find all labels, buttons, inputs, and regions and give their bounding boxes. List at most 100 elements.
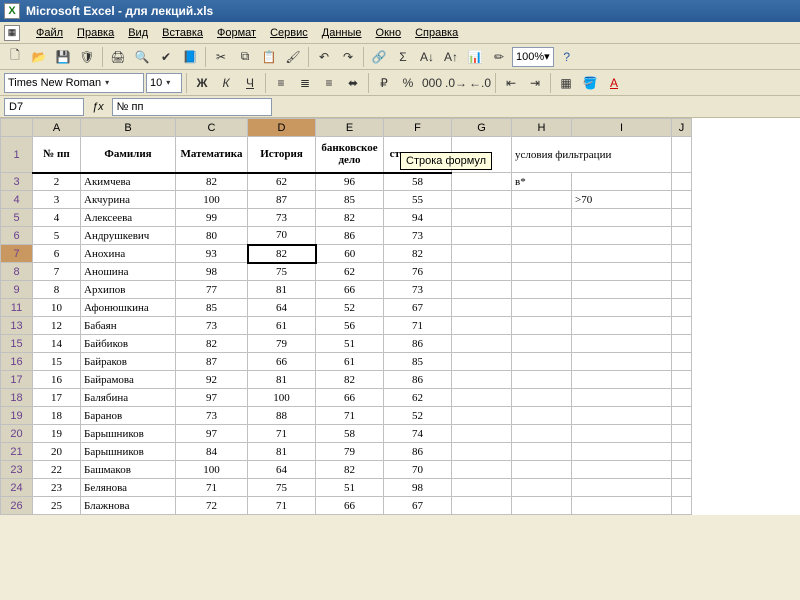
cell-c8[interactable]: 98 — [176, 263, 248, 281]
cell-a4[interactable]: 3 — [33, 191, 81, 209]
menu-tools[interactable]: Сервис — [264, 25, 314, 41]
save-button[interactable]: 💾 — [52, 46, 74, 68]
cell-a1[interactable]: № пп — [33, 137, 81, 173]
cell-c15[interactable]: 82 — [176, 335, 248, 353]
cell-b8[interactable]: Аношина — [81, 263, 176, 281]
menu-format[interactable]: Формат — [211, 25, 262, 41]
cell-d3[interactable]: 62 — [248, 173, 316, 191]
chart-button[interactable]: 📊 — [464, 46, 486, 68]
cell-a9[interactable]: 8 — [33, 281, 81, 299]
decrease-indent-button[interactable]: ⇤ — [500, 72, 522, 94]
cell-e1[interactable]: банковское дело — [316, 137, 384, 173]
align-right-button[interactable]: ≡ — [318, 72, 340, 94]
workbook-icon[interactable]: ▦ — [4, 25, 20, 41]
cell-f11[interactable]: 67 — [384, 299, 452, 317]
cell-f16[interactable]: 85 — [384, 353, 452, 371]
cell-c3[interactable]: 82 — [176, 173, 248, 191]
cell-c21[interactable]: 84 — [176, 443, 248, 461]
row-header-19[interactable]: 19 — [1, 407, 33, 425]
cell-a20[interactable]: 19 — [33, 425, 81, 443]
cell-a6[interactable]: 5 — [33, 227, 81, 245]
cell-e23[interactable]: 82 — [316, 461, 384, 479]
cell-i3[interactable] — [572, 173, 672, 191]
cell-c4[interactable]: 100 — [176, 191, 248, 209]
fx-icon[interactable]: ƒx — [92, 101, 104, 113]
cell-a3[interactable]: 2 — [33, 173, 81, 191]
cell-c20[interactable]: 97 — [176, 425, 248, 443]
open-button[interactable]: 📂 — [28, 46, 50, 68]
worksheet[interactable]: A B C D E F G H I J 1 № пп Фамилия Матем… — [0, 118, 800, 515]
col-header-e[interactable]: E — [316, 119, 384, 137]
cell-f23[interactable]: 70 — [384, 461, 452, 479]
formula-input[interactable]: № пп — [112, 98, 272, 116]
drawing-button[interactable]: ✏ — [488, 46, 510, 68]
cell-f18[interactable]: 62 — [384, 389, 452, 407]
help-button[interactable]: ? — [556, 46, 578, 68]
cell-e11[interactable]: 52 — [316, 299, 384, 317]
sort-desc-button[interactable]: A↑ — [440, 46, 462, 68]
row-header-26[interactable]: 26 — [1, 497, 33, 515]
cell-b11[interactable]: Афонюшкина — [81, 299, 176, 317]
increase-indent-button[interactable]: ⇥ — [524, 72, 546, 94]
currency-button[interactable]: ₽ — [373, 72, 395, 94]
cell-b18[interactable]: Балябина — [81, 389, 176, 407]
cell-a16[interactable]: 15 — [33, 353, 81, 371]
cell-a24[interactable]: 23 — [33, 479, 81, 497]
cell-d16[interactable]: 66 — [248, 353, 316, 371]
undo-button[interactable]: ↶ — [313, 46, 335, 68]
redo-button[interactable]: ↷ — [337, 46, 359, 68]
cell-d18[interactable]: 100 — [248, 389, 316, 407]
cell-e4[interactable]: 85 — [316, 191, 384, 209]
row-header-18[interactable]: 18 — [1, 389, 33, 407]
row-header-4[interactable]: 4 — [1, 191, 33, 209]
cell-e3[interactable]: 96 — [316, 173, 384, 191]
italic-button[interactable]: К — [215, 72, 237, 94]
cell-e15[interactable]: 51 — [316, 335, 384, 353]
cell-f5[interactable]: 94 — [384, 209, 452, 227]
cell-d9[interactable]: 81 — [248, 281, 316, 299]
cell-e20[interactable]: 58 — [316, 425, 384, 443]
cell-a21[interactable]: 20 — [33, 443, 81, 461]
menu-edit[interactable]: Правка — [71, 25, 120, 41]
copy-button[interactable]: ⧉ — [234, 46, 256, 68]
row-header-13[interactable]: 13 — [1, 317, 33, 335]
cell-f24[interactable]: 98 — [384, 479, 452, 497]
cell-e21[interactable]: 79 — [316, 443, 384, 461]
cell-h4[interactable] — [512, 191, 572, 209]
cell-f13[interactable]: 71 — [384, 317, 452, 335]
col-header-f[interactable]: F — [384, 119, 452, 137]
cell-f17[interactable]: 86 — [384, 371, 452, 389]
font-name-box[interactable]: Times New Roman▾ — [4, 73, 144, 93]
row-header-15[interactable]: 15 — [1, 335, 33, 353]
percent-button[interactable]: % — [397, 72, 419, 94]
cell-b21[interactable]: Барышников — [81, 443, 176, 461]
col-header-c[interactable]: C — [176, 119, 248, 137]
row-header-23[interactable]: 23 — [1, 461, 33, 479]
name-box[interactable]: D7 — [4, 98, 84, 116]
cell-c24[interactable]: 71 — [176, 479, 248, 497]
cell-h1[interactable]: условия фильтрации — [512, 137, 672, 173]
cell-c17[interactable]: 92 — [176, 371, 248, 389]
cell-d1[interactable]: История — [248, 137, 316, 173]
font-color-button[interactable]: A — [603, 72, 625, 94]
col-header-d[interactable]: D — [248, 119, 316, 137]
menu-window[interactable]: Окно — [370, 25, 408, 41]
cell-b17[interactable]: Байрамова — [81, 371, 176, 389]
cell-c18[interactable]: 97 — [176, 389, 248, 407]
select-all-corner[interactable] — [1, 119, 33, 137]
cell-a15[interactable]: 14 — [33, 335, 81, 353]
menu-data[interactable]: Данные — [316, 25, 368, 41]
fill-color-button[interactable]: 🪣 — [579, 72, 601, 94]
cell-f15[interactable]: 86 — [384, 335, 452, 353]
col-header-i[interactable]: I — [572, 119, 672, 137]
cell-f6[interactable]: 73 — [384, 227, 452, 245]
cell-f4[interactable]: 55 — [384, 191, 452, 209]
col-header-h[interactable]: H — [512, 119, 572, 137]
cell-c19[interactable]: 73 — [176, 407, 248, 425]
row-header-16[interactable]: 16 — [1, 353, 33, 371]
col-header-a[interactable]: A — [33, 119, 81, 137]
row-header-7[interactable]: 7 — [1, 245, 33, 263]
cell-b6[interactable]: Андрушкевич — [81, 227, 176, 245]
preview-button[interactable]: 🔍 — [131, 46, 153, 68]
cell-e5[interactable]: 82 — [316, 209, 384, 227]
